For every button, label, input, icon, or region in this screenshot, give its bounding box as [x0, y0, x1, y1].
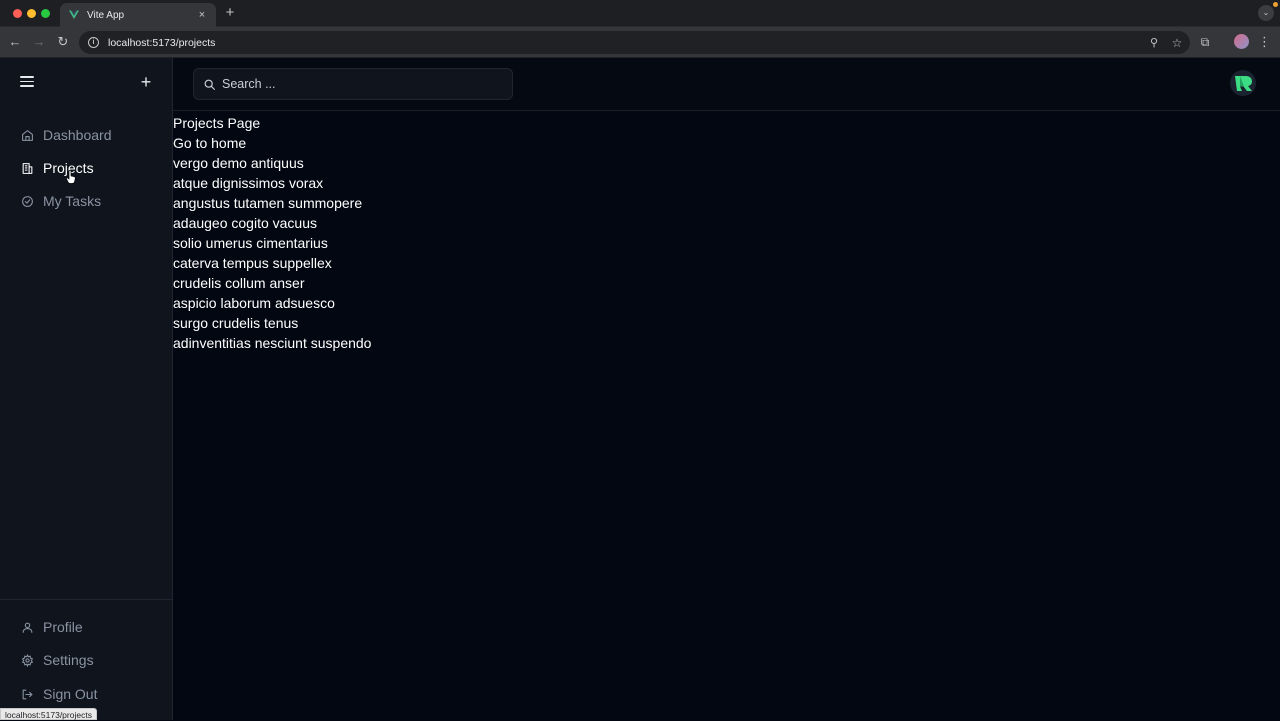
project-item[interactable]: caterva tempus suppellex — [173, 253, 1280, 273]
building-icon — [20, 161, 34, 175]
project-item[interactable]: solio umerus cimentarius — [173, 233, 1280, 253]
sidebar-item-projects[interactable]: Projects — [0, 153, 173, 183]
sidebar-item-dashboard[interactable]: Dashboard — [0, 120, 173, 150]
search-placeholder: Search ... — [222, 77, 276, 91]
sidebar-item-label: My Tasks — [43, 193, 102, 209]
new-tab-button[interactable]: + — [222, 4, 238, 22]
address-url[interactable]: localhost:5173/projects — [108, 37, 1147, 49]
project-item[interactable]: atque dignissimos vorax — [173, 173, 1280, 193]
main-content: Projects Page Go to home vergo demo anti… — [173, 112, 1280, 353]
top-header: Search ... — [173, 58, 1280, 111]
zoom-icon[interactable]: ⚲ — [1147, 36, 1161, 49]
forward-arrow-icon[interactable]: → — [31, 34, 47, 50]
window-maximize-button[interactable] — [41, 9, 50, 18]
page-title: Projects Page — [173, 115, 261, 131]
extensions-icon[interactable]: ⧉ — [1197, 34, 1213, 50]
logout-icon — [20, 687, 34, 701]
sidebar-item-label: Sign Out — [43, 686, 98, 702]
window-close-button[interactable] — [13, 9, 22, 18]
tab-close-icon[interactable]: × — [196, 9, 208, 21]
sidebar-item-settings[interactable]: Settings — [0, 645, 173, 675]
sidebar-footer: Profile Settings Sign Out — [0, 599, 173, 720]
user-icon — [20, 620, 34, 634]
gear-icon — [20, 653, 34, 667]
bookmark-star-icon[interactable]: ☆ — [1170, 36, 1184, 50]
app-root: + Dashboard Projects My Tasks Profile Se… — [0, 58, 1280, 720]
tab-title: Vite App — [87, 9, 125, 21]
address-bar[interactable]: i localhost:5173/projects ⚲ ☆ — [79, 31, 1190, 54]
project-item[interactable]: adaugeo cogito vacuus — [173, 213, 1280, 233]
browser-toolbar: ← → ↻ i localhost:5173/projects ⚲ ☆ ⧉ ⋮ — [0, 27, 1280, 58]
menu-toggle-icon[interactable] — [20, 76, 34, 90]
project-item[interactable]: surgo crudelis tenus — [173, 313, 1280, 333]
new-project-button[interactable]: + — [138, 72, 154, 92]
back-arrow-icon[interactable]: ← — [7, 34, 23, 50]
project-item[interactable]: aspicio laborum adsuesco — [173, 293, 1280, 313]
brand-logo-icon[interactable] — [1230, 70, 1256, 96]
browser-tab[interactable]: Vite App × — [60, 3, 216, 27]
search-input[interactable]: Search ... — [193, 68, 513, 100]
update-dot-icon — [1273, 2, 1278, 7]
profile-avatar[interactable] — [1234, 34, 1249, 49]
search-icon — [204, 79, 215, 90]
mouse-pointer-icon — [66, 170, 76, 184]
link-status-bar: localhost:5173/projects — [0, 708, 97, 720]
sidebar-item-my-tasks[interactable]: My Tasks — [0, 186, 173, 216]
sidebar-item-label: Profile — [43, 619, 83, 635]
home-icon — [20, 128, 34, 142]
project-item[interactable]: angustus tutamen summopere — [173, 193, 1280, 213]
project-item[interactable]: adinventitias nesciunt suspendo — [173, 333, 1280, 353]
browser-menu-icon[interactable]: ⋮ — [1258, 34, 1271, 50]
window-minimize-button[interactable] — [27, 9, 36, 18]
reload-icon[interactable]: ↻ — [55, 34, 71, 50]
sidebar: + Dashboard Projects My Tasks Profile Se… — [0, 58, 173, 720]
project-item[interactable]: vergo demo antiquus — [173, 153, 1280, 173]
vue-logo-icon — [69, 10, 79, 19]
site-info-icon[interactable]: i — [88, 37, 99, 48]
sidebar-item-label: Dashboard — [43, 127, 112, 143]
home-link[interactable]: Go to home — [173, 133, 1280, 153]
check-circle-icon — [20, 194, 34, 208]
sidebar-item-label: Settings — [43, 652, 94, 668]
project-item[interactable]: crudelis collum anser — [173, 273, 1280, 293]
browser-tab-strip: Vite App × + ⌄ — [0, 0, 1280, 27]
sidebar-item-sign-out[interactable]: Sign Out — [0, 679, 173, 709]
sidebar-header: + — [0, 58, 173, 110]
sidebar-item-profile[interactable]: Profile — [0, 612, 173, 642]
tab-search-button[interactable]: ⌄ — [1258, 5, 1274, 21]
